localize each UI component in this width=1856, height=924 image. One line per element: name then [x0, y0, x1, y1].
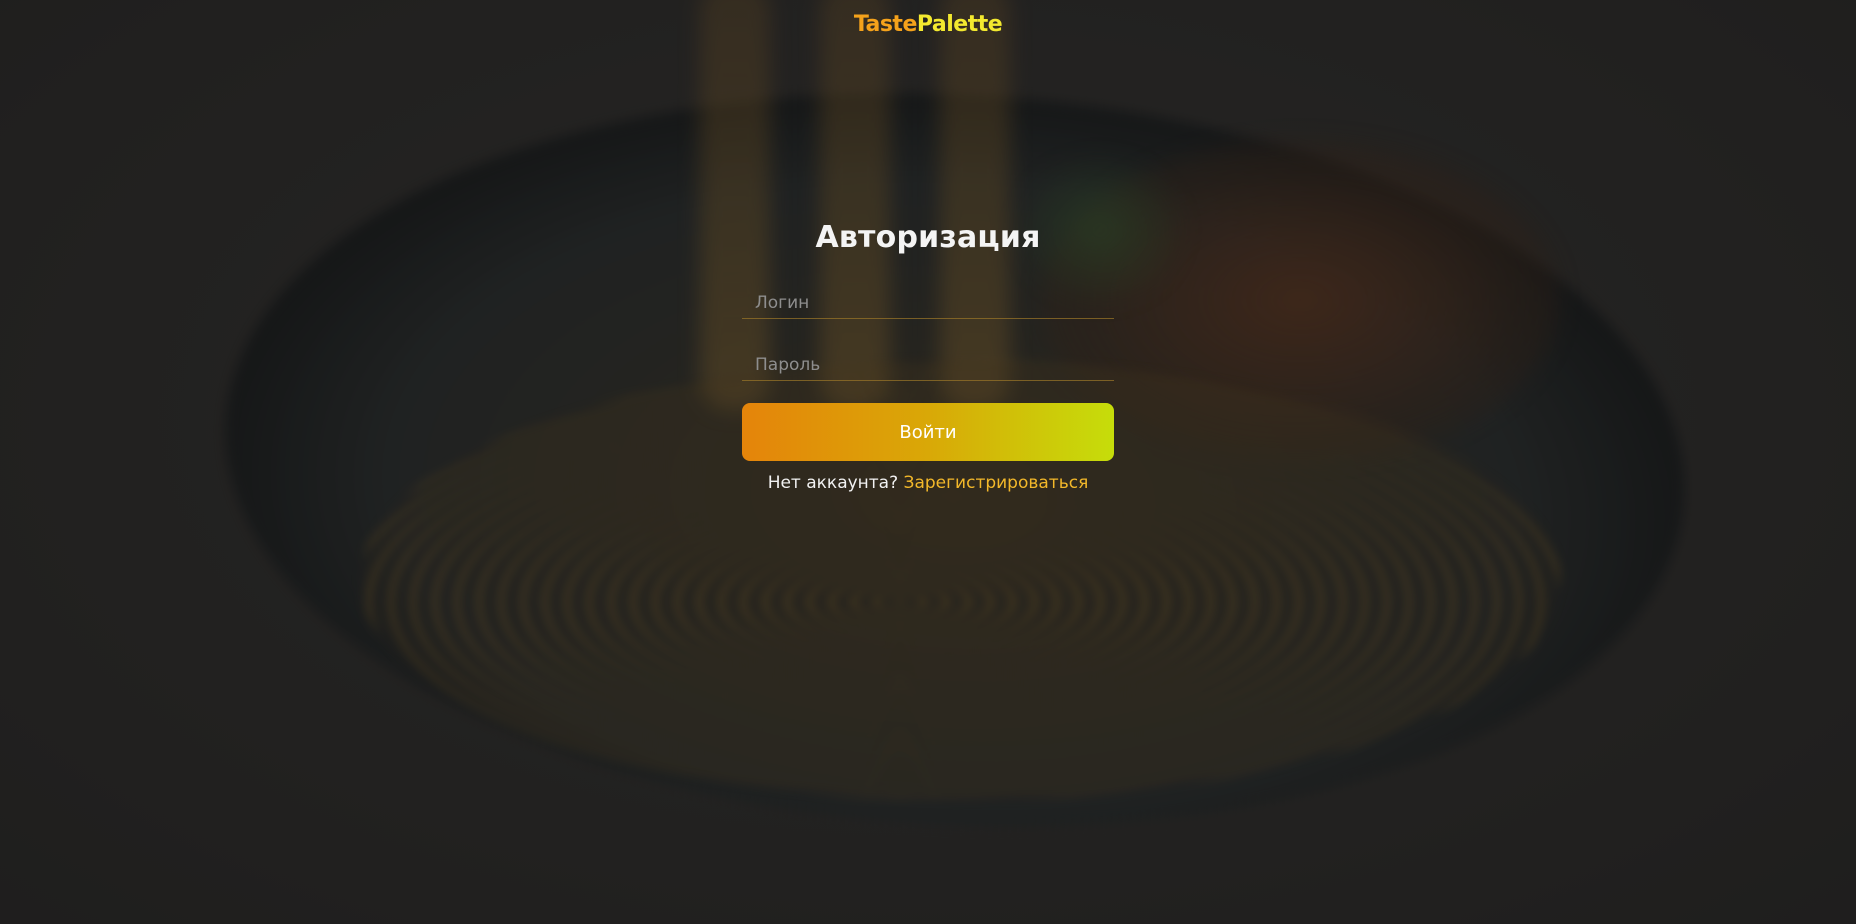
password-field-wrapper: [742, 343, 1114, 381]
no-account-text: Нет аккаунта?: [767, 473, 899, 493]
register-prompt: Нет аккаунта? Зарегистрироваться: [742, 473, 1114, 493]
register-link[interactable]: Зарегистрироваться: [904, 473, 1089, 493]
password-input[interactable]: [742, 343, 1114, 380]
login-input[interactable]: [742, 281, 1114, 318]
site-logo[interactable]: TastePalette: [0, 12, 1856, 37]
login-form: Авторизация Войти Нет аккаунта? Зарегист…: [742, 220, 1114, 493]
login-field-wrapper: [742, 281, 1114, 319]
page-title: Авторизация: [815, 220, 1041, 255]
logo-part-taste: Taste: [853, 12, 918, 37]
logo-part-palette: Palette: [916, 12, 1003, 37]
login-button[interactable]: Войти: [742, 403, 1114, 461]
